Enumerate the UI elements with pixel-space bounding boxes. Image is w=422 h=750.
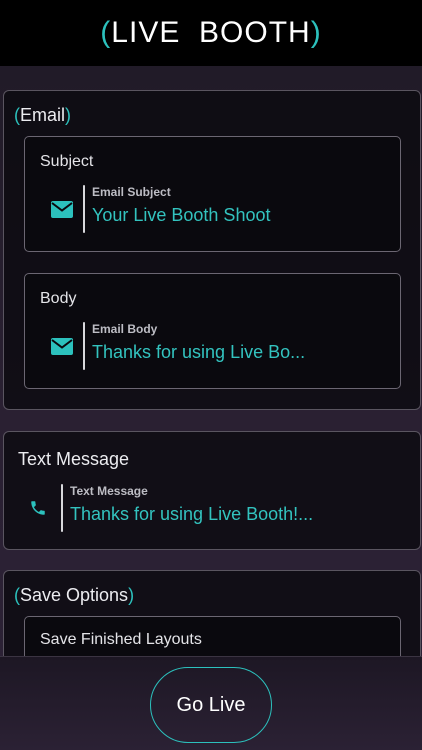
field-divider (83, 185, 85, 233)
body-label: Body (40, 290, 77, 307)
field-divider (61, 484, 63, 532)
email-section: (Email) Subject Email Subject Your Live … (3, 90, 421, 410)
save-layouts-label: Save Finished Layouts (40, 631, 202, 648)
subject-label: Subject (40, 153, 94, 170)
phone-icon (26, 496, 50, 520)
text-message-field[interactable]: Text Message Thanks for using Live Booth… (4, 480, 420, 536)
title-paren-close: ) (310, 16, 322, 49)
title-word-live: LIVE (111, 16, 181, 49)
email-subject-value[interactable]: Your Live Booth Shoot (92, 205, 270, 226)
text-message-value[interactable]: Thanks for using Live Booth!... (70, 504, 313, 525)
save-options-section: (Save Options) Save Finished Layouts (3, 570, 421, 656)
envelope-icon (50, 197, 74, 221)
bottom-bar: Go Live (0, 656, 422, 750)
title-paren-open: ( (100, 16, 112, 49)
header-bar: ( LIVE BOOTH ) (0, 0, 422, 66)
title-space (180, 16, 199, 50)
save-layouts-card[interactable]: Save Finished Layouts (24, 616, 401, 656)
email-body-field[interactable]: Email Body Thanks for using Live Bo... (25, 318, 400, 374)
email-subject-field[interactable]: Email Subject Your Live Booth Shoot (25, 181, 400, 237)
title-word-booth: BOOTH (199, 16, 311, 49)
app-title: ( LIVE BOOTH ) (100, 16, 321, 50)
field-divider (83, 322, 85, 370)
settings-scroll-view[interactable]: (Email) Subject Email Subject Your Live … (0, 66, 422, 656)
go-live-button[interactable]: Go Live (150, 667, 272, 743)
email-subject-caption: Email Subject (92, 185, 171, 199)
email-body-caption: Email Body (92, 322, 158, 336)
email-subject-card[interactable]: Subject Email Subject Your Live Booth Sh… (24, 136, 401, 252)
save-options-title: (Save Options) (14, 585, 135, 605)
email-body-value[interactable]: Thanks for using Live Bo... (92, 342, 305, 363)
app-screen: ( LIVE BOOTH ) (Email) Subject Email Sub… (0, 0, 422, 750)
text-message-caption: Text Message (70, 484, 148, 498)
email-section-title: (Email) (14, 105, 72, 125)
envelope-icon (50, 334, 74, 358)
text-message-section: Text Message Text Message Thanks for usi… (3, 431, 421, 550)
email-body-card[interactable]: Body Email Body Thanks for using Live Bo… (24, 273, 401, 389)
text-message-title: Text Message (18, 449, 130, 469)
